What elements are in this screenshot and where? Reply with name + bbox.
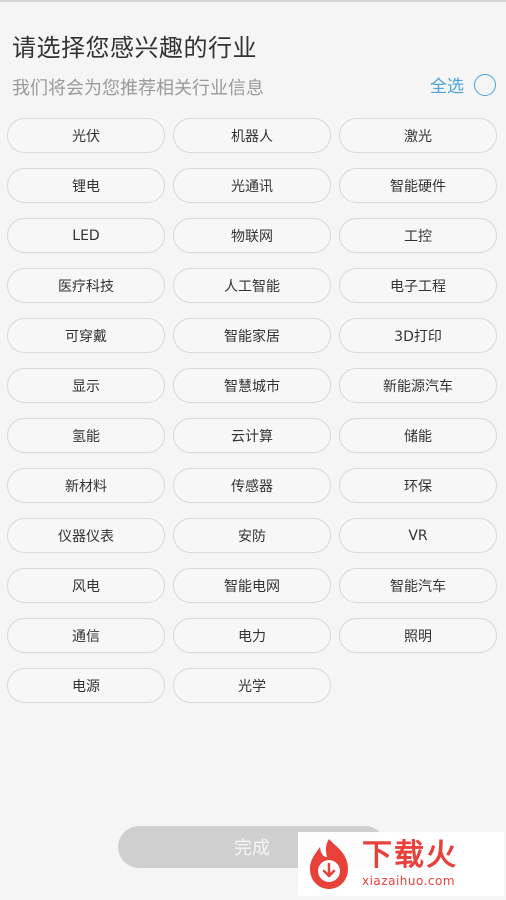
industry-chip[interactable]: 机器人 xyxy=(173,118,331,153)
industry-chip[interactable]: 智能硬件 xyxy=(339,168,497,203)
industry-chip[interactable]: 智能汽车 xyxy=(339,568,497,603)
select-all-toggle[interactable]: 全选 xyxy=(430,72,496,97)
industry-chip[interactable]: 显示 xyxy=(7,368,165,403)
industry-grid: 光伏 机器人 激光 锂电 光通讯 智能硬件 LED 物联网 工控 医疗科技 人工智能 电子工程 可穿戴智… xyxy=(7,118,499,703)
industry-chip[interactable]: 新材料 xyxy=(7,468,165,503)
industry-chip[interactable]: LED xyxy=(7,218,165,253)
industry-chip[interactable]: 智能家居 xyxy=(173,318,331,353)
page-subtitle: 我们将会为您推荐相关行业信息 xyxy=(12,78,264,99)
industry-chip[interactable]: 人工智能 xyxy=(173,268,331,303)
industry-chip[interactable]: 新能源汽车 xyxy=(339,368,497,403)
industry-chip[interactable]: 环保 xyxy=(339,468,497,503)
industry-chip[interactable]: 激光 xyxy=(339,118,497,153)
industry-chip[interactable]: 氢能 xyxy=(7,418,165,453)
industry-chip[interactable]: 3D打印 xyxy=(339,318,497,353)
industry-chip[interactable]: 物联网 xyxy=(173,218,331,253)
industry-chip[interactable]: 电力 xyxy=(173,618,331,653)
flame-logo-icon xyxy=(302,837,356,891)
industry-chip[interactable]: 照明 xyxy=(339,618,497,653)
page-title: 请选择您感兴趣的行业 xyxy=(12,34,257,62)
watermark-logo: 下载火 xiazaihuo.com xyxy=(298,832,504,896)
watermark-text-cn: 下载火 xyxy=(362,838,458,873)
industry-chip[interactable]: 光学 xyxy=(173,668,331,703)
industry-chip[interactable]: 智慧城市 xyxy=(173,368,331,403)
industry-chip[interactable]: 通信 xyxy=(7,618,165,653)
top-divider xyxy=(0,0,506,2)
industry-chip[interactable]: 风电 xyxy=(7,568,165,603)
select-all-label: 全选 xyxy=(430,77,464,97)
industry-chip[interactable]: 电源 xyxy=(7,668,165,703)
industry-chip[interactable]: 可穿戴 xyxy=(7,318,165,353)
industry-chip[interactable]: VR xyxy=(339,518,497,553)
industry-chip[interactable]: 安防 xyxy=(173,518,331,553)
industry-chip[interactable]: 智能电网 xyxy=(173,568,331,603)
industry-chip[interactable]: 医疗科技 xyxy=(7,268,165,303)
industry-chip[interactable]: 光伏 xyxy=(7,118,165,153)
industry-chip[interactable]: 电子工程 xyxy=(339,268,497,303)
industry-chip[interactable]: 传感器 xyxy=(173,468,331,503)
watermark-text-en: xiazaihuo.com xyxy=(362,874,456,888)
industry-chip[interactable]: 储能 xyxy=(339,418,497,453)
industry-chip[interactable]: 云计算 xyxy=(173,418,331,453)
industry-chip[interactable]: 仪器仪表 xyxy=(7,518,165,553)
industry-chip[interactable]: 工控 xyxy=(339,218,497,253)
industry-chip[interactable]: 光通讯 xyxy=(173,168,331,203)
industry-chip[interactable]: 锂电 xyxy=(7,168,165,203)
radio-circle-icon[interactable] xyxy=(474,73,496,96)
